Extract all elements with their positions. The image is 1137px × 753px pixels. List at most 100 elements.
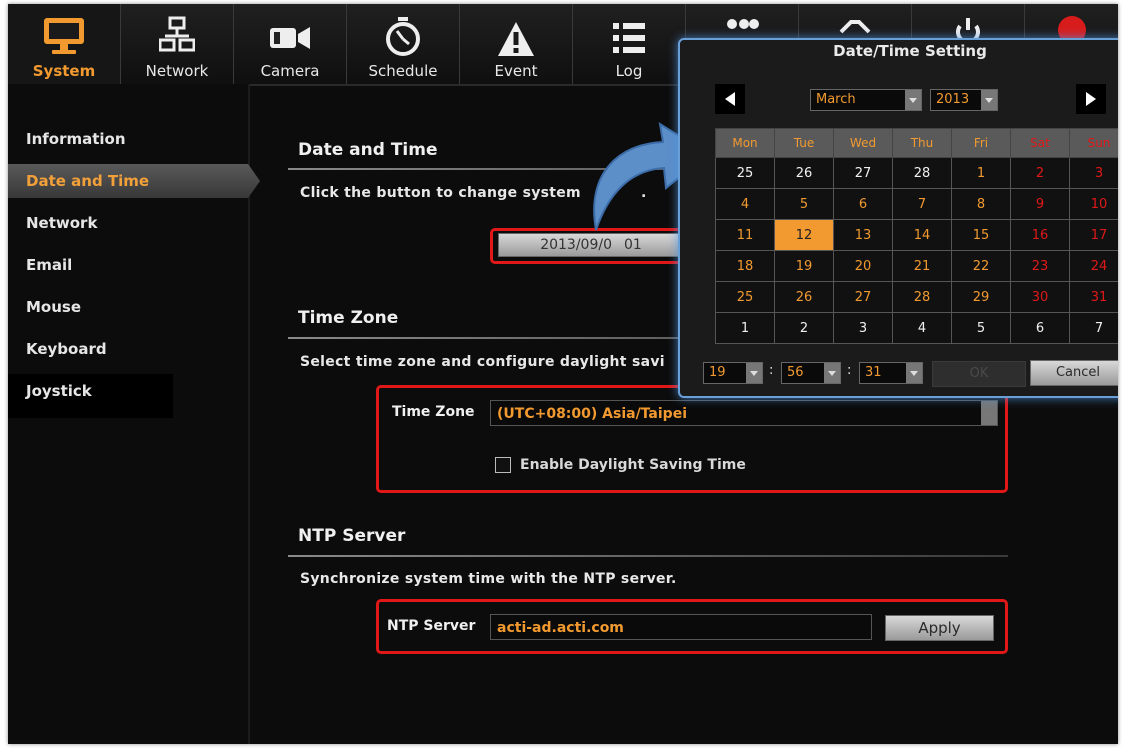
sidebar-item-mouse[interactable]: Mouse [8, 290, 248, 324]
calendar-day-selected[interactable]: 12 [774, 219, 834, 251]
calendar-day[interactable]: 1 [951, 157, 1011, 189]
weekday-header: Tue [774, 128, 834, 158]
calendar-day[interactable]: 26 [774, 281, 834, 313]
calendar-week-row: 11 12 13 14 15 16 17 [715, 219, 1118, 251]
calendar-day[interactable]: 15 [951, 219, 1011, 251]
calendar-day[interactable]: 25 [715, 281, 775, 313]
chevron-down-icon [981, 401, 997, 425]
second-select[interactable]: 31 [859, 362, 923, 384]
calendar-day[interactable]: 27 [833, 281, 893, 313]
tab-log[interactable]: Log [573, 4, 686, 84]
tab-schedule-label: Schedule [368, 62, 438, 80]
tab-schedule[interactable]: Schedule [347, 4, 460, 84]
calendar-day[interactable]: 3 [1069, 157, 1118, 189]
network-icon [159, 16, 195, 52]
ntp-server-input[interactable]: acti-ad.acti.com [490, 614, 872, 640]
calendar-day[interactable]: 21 [892, 250, 952, 282]
date-button-value: 2013/09/0 [540, 237, 612, 253]
calendar-day[interactable]: 4 [892, 312, 952, 344]
calendar-day[interactable]: 2 [774, 312, 834, 344]
time-zone-select[interactable]: (UTC+08:00) Asia/Taipei [490, 400, 998, 426]
weekday-header: Sat [1010, 128, 1070, 158]
calendar-day[interactable]: 30 [1010, 281, 1070, 313]
calendar-day[interactable]: 5 [774, 188, 834, 220]
calendar-day[interactable]: 10 [1069, 188, 1118, 220]
calendar-day[interactable]: 31 [1069, 281, 1118, 313]
calendar-grid: Mon Tue Wed Thu Fri Sat Sun 25 26 27 28 1 2 3 4 5 6 7 8 9 1… [715, 128, 1118, 344]
calendar-day[interactable]: 4 [715, 188, 775, 220]
calendar-day[interactable]: 6 [833, 188, 893, 220]
calendar-day[interactable]: 26 [774, 157, 834, 189]
tab-network[interactable]: Network [121, 4, 234, 84]
app-screen: System Network Camera Schedule Event Log… [8, 4, 1118, 744]
apply-button[interactable]: Apply [885, 615, 994, 641]
dst-label: Enable Daylight Saving Time [520, 457, 746, 473]
next-month-button[interactable] [1076, 84, 1106, 114]
sidebar-item-information[interactable]: Information [8, 122, 248, 156]
calendar-day[interactable]: 28 [892, 281, 952, 313]
calendar-day[interactable]: 18 [715, 250, 775, 282]
calendar-day[interactable]: 9 [1010, 188, 1070, 220]
calendar-day[interactable]: 16 [1010, 219, 1070, 251]
minute-select[interactable]: 56 [781, 362, 841, 384]
calendar-day[interactable]: 1 [715, 312, 775, 344]
calendar-day[interactable]: 11 [715, 219, 775, 251]
sidebar-item-date-and-time[interactable]: Date and Time [8, 164, 260, 198]
chevron-down-icon [824, 363, 840, 383]
chevron-down-icon [905, 90, 921, 110]
tab-camera[interactable]: Camera [234, 4, 347, 84]
calendar-day[interactable]: 7 [892, 188, 952, 220]
sidebar-item-email[interactable]: Email [8, 248, 248, 282]
weekday-header: Fri [951, 128, 1011, 158]
calendar-body: 25 26 27 28 1 2 3 4 5 6 7 8 9 10 11 12 13 14 15 16 17 18 19 20 2… [715, 157, 1118, 344]
tools-icon [839, 20, 871, 34]
calendar-day[interactable]: 3 [833, 312, 893, 344]
calendar-day[interactable]: 8 [951, 188, 1011, 220]
calendar-day[interactable]: 17 [1069, 219, 1118, 251]
tab-event[interactable]: Event [460, 4, 573, 84]
time-separator: : [847, 363, 852, 378]
calendar-day[interactable]: 20 [833, 250, 893, 282]
tab-event-label: Event [494, 62, 538, 80]
sidebar-item-network[interactable]: Network [8, 206, 248, 240]
hour-select[interactable]: 19 [703, 362, 763, 384]
time-zone-label: Time Zone [392, 404, 475, 420]
stopwatch-icon [386, 17, 420, 56]
calendar-day[interactable]: 24 [1069, 250, 1118, 282]
change-date-button[interactable]: 2013/09/0 01 [498, 233, 684, 257]
month-select[interactable]: March [810, 89, 922, 111]
weekday-header: Mon [715, 128, 775, 158]
calendar-day[interactable]: 2 [1010, 157, 1070, 189]
ntp-server-label: NTP Server [387, 618, 476, 634]
section-title-ntp-server: NTP Server [298, 526, 406, 546]
date-time-desc-text: Click the button to change system [300, 185, 581, 201]
calendar-day[interactable]: 5 [951, 312, 1011, 344]
warning-icon [498, 22, 534, 56]
year-select[interactable]: 2013 [930, 89, 998, 111]
weekday-header: Sun [1069, 128, 1118, 158]
calendar-week-row: 4 5 6 7 8 9 10 [715, 188, 1118, 220]
calendar-day[interactable]: 29 [951, 281, 1011, 313]
sidebar: Information Date and Time Network Email … [8, 84, 260, 744]
calendar-day[interactable]: 6 [1010, 312, 1070, 344]
triangle-right-icon [1086, 92, 1096, 106]
section-divider [288, 555, 1008, 557]
sidebar-item-keyboard[interactable]: Keyboard [8, 332, 248, 366]
calendar-day[interactable]: 23 [1010, 250, 1070, 282]
tab-system[interactable]: System [8, 4, 121, 84]
tab-log-label: Log [615, 62, 643, 80]
sidebar-item-joystick[interactable]: Joystick [8, 374, 173, 418]
ok-button[interactable]: OK [932, 361, 1026, 387]
calendar-day[interactable]: 27 [833, 157, 893, 189]
calendar-week-row: 25 26 27 28 29 30 31 [715, 281, 1118, 313]
calendar-day[interactable]: 22 [951, 250, 1011, 282]
cancel-button[interactable]: Cancel [1030, 360, 1118, 386]
calendar-day[interactable]: 19 [774, 250, 834, 282]
prev-month-button[interactable] [715, 84, 745, 114]
calendar-day[interactable]: 7 [1069, 312, 1118, 344]
calendar-day[interactable]: 13 [833, 219, 893, 251]
dst-checkbox[interactable] [495, 457, 511, 473]
calendar-day[interactable]: 14 [892, 219, 952, 251]
calendar-day[interactable]: 25 [715, 157, 775, 189]
calendar-day[interactable]: 28 [892, 157, 952, 189]
